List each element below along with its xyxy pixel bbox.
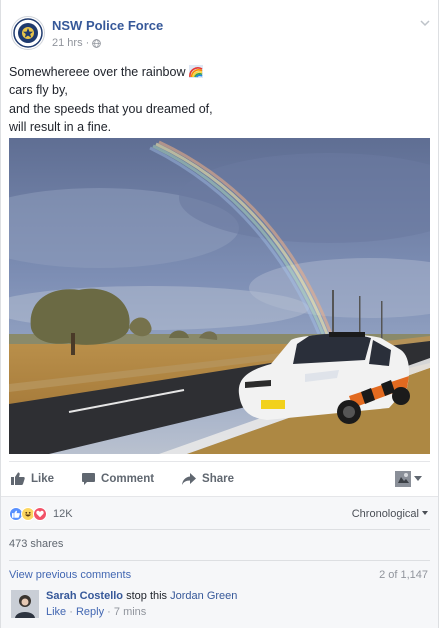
commenter-photo (11, 590, 39, 618)
comment-pager: 2 of 1,147 (379, 569, 428, 581)
comment-time: 7 mins (113, 606, 147, 618)
page-avatar-icon (395, 471, 411, 487)
page-name-link[interactable]: NSW Police Force (52, 18, 163, 33)
post-card: NSW Police Force 21 hrs · Somewhereee ov… (0, 0, 439, 628)
next-comment-partial (9, 624, 430, 628)
chevron-down-icon[interactable] (418, 16, 432, 30)
comment-reply-link[interactable]: Reply (76, 606, 104, 618)
post-action-bar: Like Comment Share (9, 461, 430, 495)
divider (9, 529, 430, 530)
reaction-count[interactable]: 12K (53, 508, 73, 520)
rainbow-police-car-photo (9, 138, 430, 454)
post-line: will result in a fine. (9, 120, 112, 135)
comment-order-dropdown[interactable]: Chronological (352, 508, 428, 520)
comment-button[interactable]: Comment (82, 472, 155, 485)
page-avatar[interactable] (11, 16, 45, 50)
comment-item: Sarah Costello stop this Jordan Green Li… (9, 588, 430, 622)
reaction-icons (9, 507, 47, 521)
comment-actions: Like · Reply · 7 mins (46, 606, 146, 618)
comment-label: Comment (101, 472, 155, 485)
share-button[interactable]: Share (182, 472, 235, 485)
feedback-section: 12K Chronological 473 shares View previo… (1, 496, 438, 628)
divider (9, 560, 430, 561)
post-line: and the speeds that you dreamed of, (9, 101, 213, 116)
caret-down-icon (414, 476, 422, 481)
comment-author-link[interactable]: Sarah Costello (46, 590, 123, 602)
meta-separator: · (85, 37, 90, 49)
rainbow-emoji-icon (188, 65, 203, 78)
comment-sep: · (69, 606, 73, 618)
comment-text: stop this (126, 590, 168, 602)
share-arrow-icon (182, 472, 197, 485)
thumbs-up-icon (11, 472, 25, 485)
post-photo[interactable] (9, 138, 430, 454)
love-reaction-icon (33, 507, 47, 521)
comment-like-link[interactable]: Like (46, 606, 66, 618)
like-button[interactable]: Like (11, 472, 54, 485)
shares-count[interactable]: 473 shares (9, 538, 63, 550)
comment-sep: · (107, 606, 111, 618)
commenter-avatar[interactable] (11, 590, 39, 618)
comment-mention-link[interactable]: Jordan Green (170, 590, 237, 602)
comment-body: Sarah Costello stop this Jordan Green (46, 590, 237, 602)
post-time[interactable]: 21 hrs (52, 37, 83, 49)
like-label: Like (31, 472, 55, 485)
comment-bubble-icon (82, 472, 96, 485)
post-line: cars fly by, (9, 83, 68, 98)
caret-down-icon (422, 511, 428, 515)
view-previous-comments-link[interactable]: View previous comments (9, 569, 131, 581)
post-line: Somewhereee over the rainbow (9, 63, 429, 81)
reactions-summary[interactable]: 12K Chronological (9, 505, 430, 523)
post-header: NSW Police Force 21 hrs · (9, 14, 432, 54)
post-message: Somewhereee over the rainbow cars fly by… (9, 63, 429, 137)
police-badge-icon (13, 18, 43, 48)
share-label: Share (202, 472, 235, 485)
post-as-selector[interactable] (395, 471, 422, 487)
post-meta: 21 hrs · (52, 37, 102, 49)
globe-icon[interactable] (92, 38, 102, 48)
